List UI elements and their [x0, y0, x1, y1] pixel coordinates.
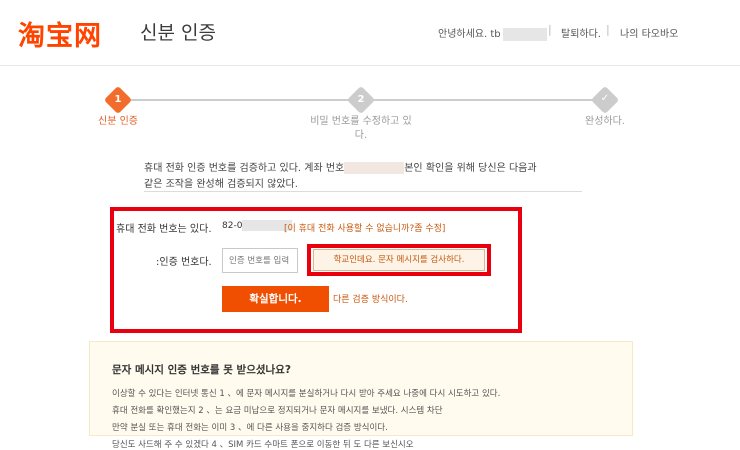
masked-account: [344, 162, 405, 174]
greeting-text: 안녕하세요. tb: [438, 29, 501, 40]
intro-line-2: 같은 조작을 완성해 검증되지 않았다.: [144, 179, 298, 190]
my-taobao-link[interactable]: 나의 타오바오: [620, 25, 678, 40]
confirm-button[interactable]: 확실합니다.: [222, 286, 329, 312]
phone-number: 82-0: [222, 220, 293, 231]
user-greeting: 안녕하세요. tb: [438, 25, 547, 41]
step-3-label: 완성하다.: [585, 116, 625, 127]
divider: [144, 191, 582, 192]
phone-prefix: 82-0: [222, 221, 243, 231]
taobao-logo[interactable]: 淘宝网: [18, 14, 102, 53]
intro-line-1b: 본인 확인을 위해 당신은 다음과: [404, 163, 537, 174]
masked-username: [502, 27, 547, 41]
page-title: 신분 인증: [140, 22, 216, 44]
send-sms-button[interactable]: 학교인데요. 문자 메시지를 검사하다.: [313, 249, 485, 271]
step-1-number: 1: [114, 94, 122, 105]
verification-code-input[interactable]: [222, 248, 298, 273]
change-phone-link[interactable]: [이 휴대 전화 사용할 수 없습니까?좀 수정]: [284, 221, 445, 234]
logout-link[interactable]: 탈퇴하다.: [561, 25, 601, 40]
help-item: 당신도 사드해 주 수 있겠다 4 、SIM 카드 수마트 폰으로 이동한 뒤 …: [112, 440, 414, 450]
help-item: 휴대 전화를 확인했는지 2 、는 요금 미납으로 정지되거나 문자 메시지를 …: [112, 406, 443, 416]
help-title: 문자 메시지 인증 번호를 못 받으셨나요?: [112, 364, 291, 376]
step-1-label: 신분 인증: [98, 116, 138, 127]
intro-line-1a: 휴대 전화 인증 번호를 검증하고 있다. 계좌 번호: [144, 163, 345, 174]
main-content: 1 2 ✓ 신분 인증 비밀 번호를 수정하고 있다. 완성하다. 휴대 전화 …: [0, 67, 740, 450]
other-verification-link[interactable]: 다른 검증 방식이다.: [333, 292, 408, 305]
step-connector: [371, 99, 595, 101]
nav-separator: |: [548, 23, 552, 36]
step-2-label: 비밀 번호를 수정하고 있다.: [310, 116, 412, 141]
help-item: 만약 분실 또는 휴대 전화는 이미 3 、에 다른 사용을 중지하다 검증 방…: [112, 423, 388, 433]
header-bar: 淘宝网 신분 인증 안녕하세요. tb | 탈퇴하다. | 나의 타오바오: [0, 0, 740, 66]
code-label: :인증 번호다.: [156, 257, 212, 268]
step-connector: [131, 99, 351, 101]
nav-separator: |: [606, 23, 610, 36]
help-item: 이상할 수 있다는 인터넷 통신 1 、에 문자 메시지를 분실하거나 다시 받…: [112, 389, 501, 399]
step-2-number: 2: [357, 94, 365, 105]
check-icon: ✓: [600, 93, 610, 104]
phone-label: 휴대 전화 번호는 있다.: [116, 224, 212, 235]
help-panel: 문자 메시지 인증 번호를 못 받으셨나요? 이상할 수 있다는 인터넷 통신 …: [89, 341, 633, 450]
intro-text: 휴대 전화 인증 번호를 검증하고 있다. 계좌 번호 본인 확인을 위해 당신은…: [144, 161, 584, 193]
